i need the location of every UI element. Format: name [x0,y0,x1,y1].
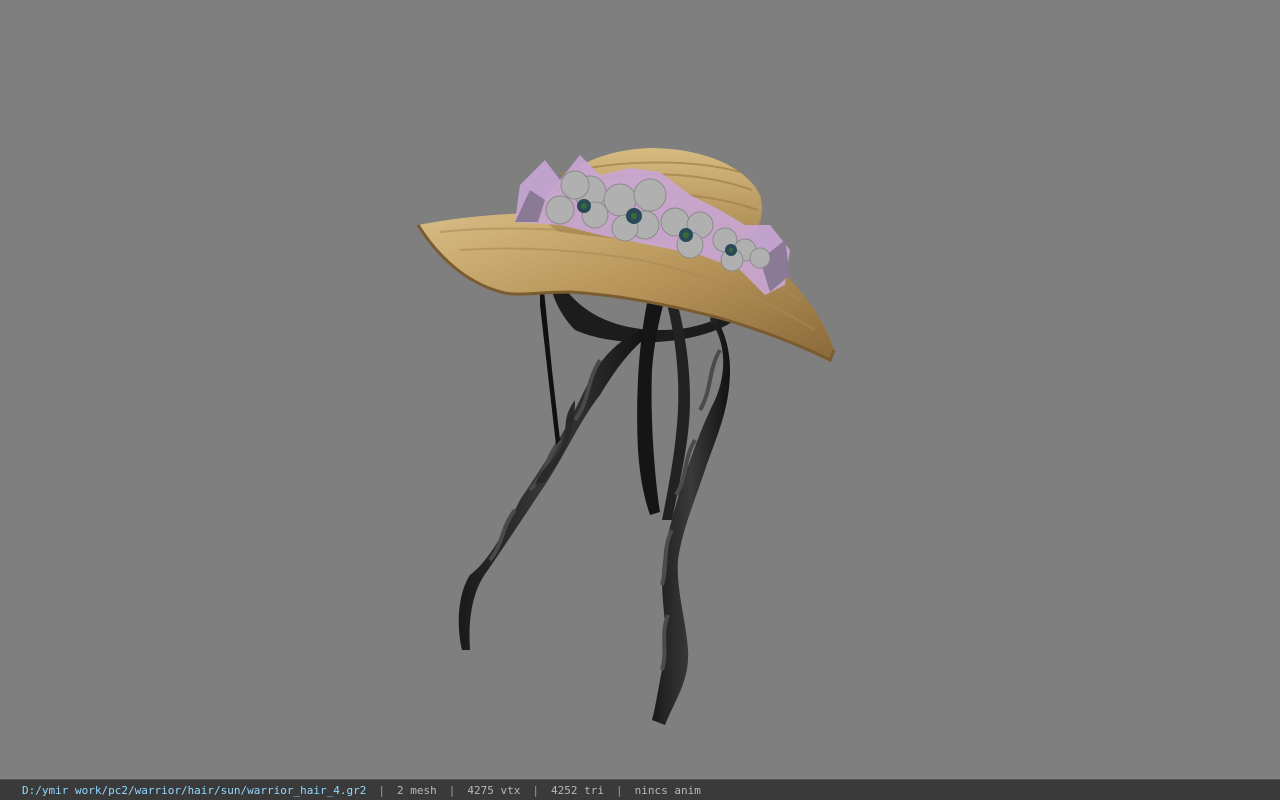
status-bar: D:/ymir work/pc2/warrior/hair/sun/warrio… [0,779,1280,800]
model-render [416,148,836,725]
mesh-count: 2 mesh [397,783,437,797]
separator: | [532,783,539,797]
animation-status: nincs anim [634,783,701,797]
triangle-count: 4252 tri [550,783,604,797]
separator: | [378,783,385,797]
separator: | [615,783,623,797]
file-path: D:/ymir work/pc2/warrior/hair/sun/warrio… [22,783,367,797]
3d-viewport[interactable] [0,0,1280,779]
separator: | [448,783,456,797]
hair-mesh [458,252,738,725]
vertex-count: 4275 vtx [467,783,521,797]
